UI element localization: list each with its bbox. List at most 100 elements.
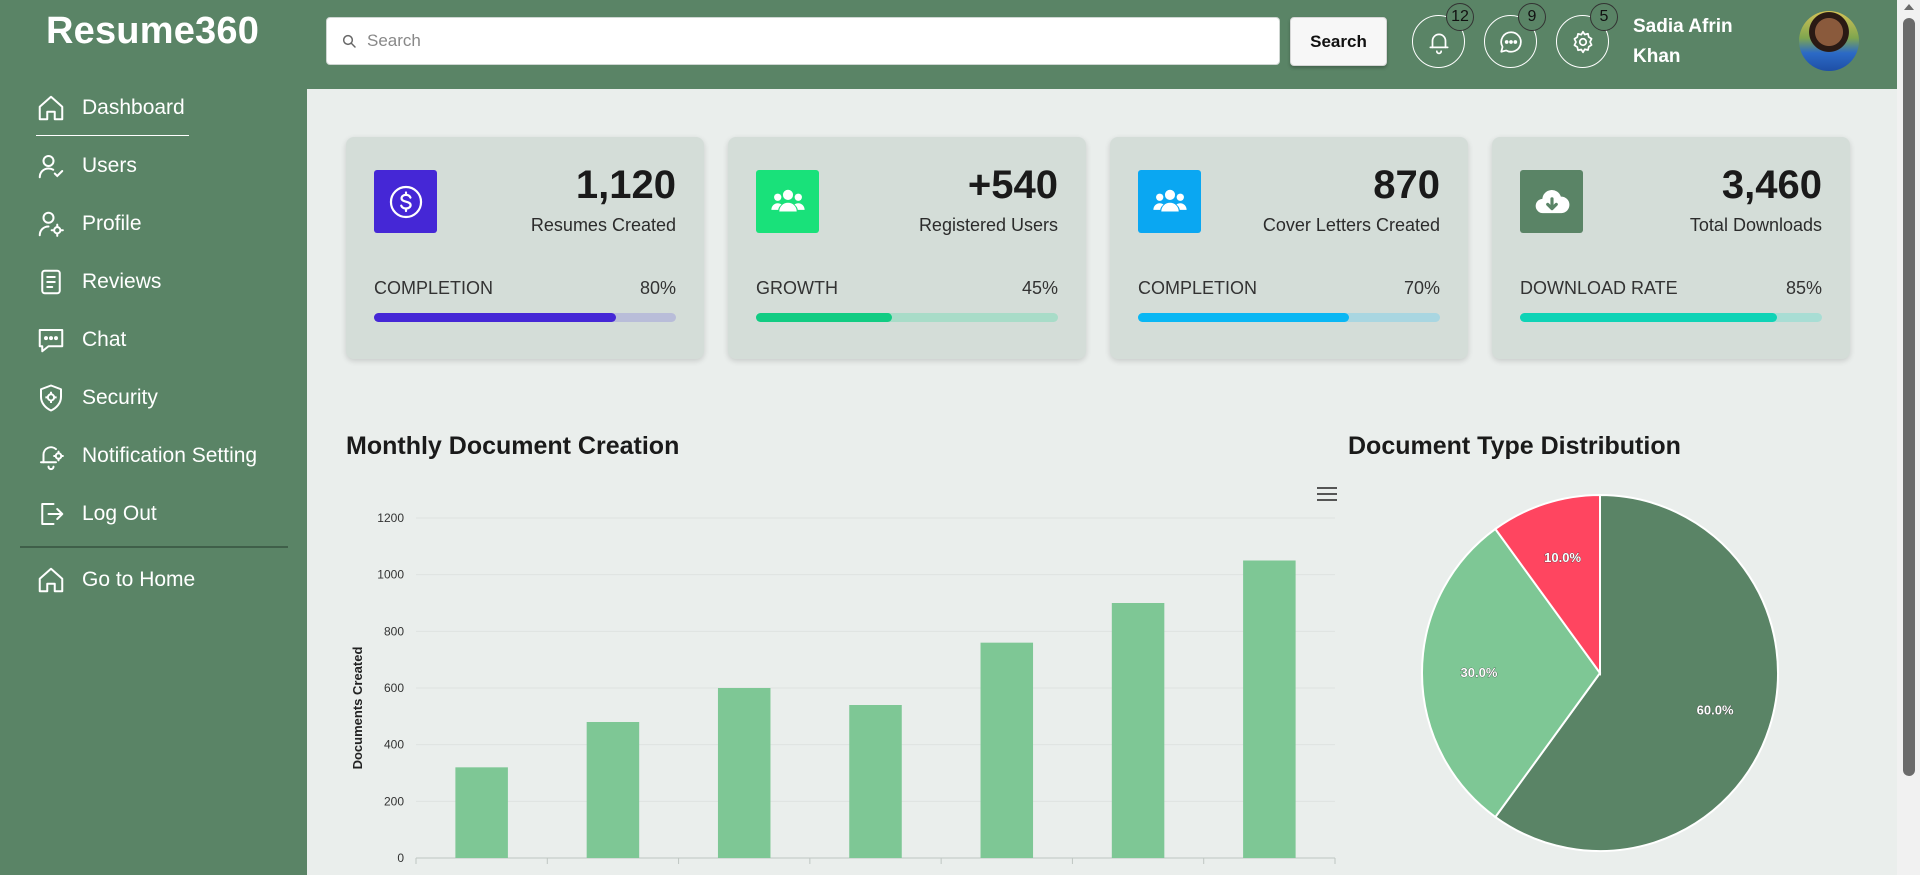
cloud-download-icon	[1535, 189, 1569, 213]
sidebar-item-label: Users	[82, 154, 137, 177]
messages-count-badge: 9	[1518, 3, 1546, 31]
bar-chart-title: Monthly Document Creation	[346, 432, 680, 460]
sidebar: Resume360 Dashboard Users Profile Review…	[0, 0, 307, 875]
shield-gear-icon	[40, 384, 62, 412]
card-metric-label: GROWTH	[756, 278, 838, 298]
pie-slice-label: 30.0%	[1461, 665, 1498, 680]
sidebar-item-label: Go to Home	[82, 568, 196, 591]
top-header: Search 12 9 5 Sadia Afrin Khan	[307, 0, 1897, 89]
settings-button[interactable]: 5	[1556, 3, 1618, 68]
sidebar-item-dashboard[interactable]: Dashboard	[36, 86, 189, 136]
bell-icon	[1428, 33, 1449, 54]
sidebar-item-label: Profile	[82, 212, 142, 235]
y-tick-label: 0	[397, 851, 404, 865]
card-value: 3,460	[1721, 163, 1822, 207]
sidebar-item-profile[interactable]: Profile	[36, 202, 142, 246]
dollar-icon	[389, 185, 422, 218]
sidebar-item-notification-setting[interactable]: Notification Setting	[36, 434, 257, 478]
progress-bar	[756, 313, 1058, 322]
card-metric-label: COMPLETION	[374, 278, 494, 298]
logout-icon	[41, 503, 64, 525]
user-avatar[interactable]	[1799, 11, 1859, 71]
card-metric-percent: 45%	[1021, 278, 1058, 298]
pie-slice-label: 10.0%	[1544, 550, 1581, 565]
y-tick-label: 1000	[377, 568, 404, 582]
card-icon-box	[1138, 170, 1201, 233]
bell-settings-icon	[40, 446, 64, 471]
pie-chart-title: Document Type Distribution	[1348, 432, 1681, 460]
y-axis-label: Documents Created	[350, 647, 365, 770]
notifications-count-badge: 12	[1446, 3, 1474, 31]
sidebar-item-log-out[interactable]: Log Out	[36, 492, 157, 536]
user-name[interactable]: Sadia Afrin Khan	[1633, 12, 1753, 72]
users-icon	[770, 189, 805, 211]
sidebar-item-label: Dashboard	[82, 96, 185, 119]
y-tick-label: 600	[384, 681, 404, 695]
progress-bar	[1138, 313, 1440, 322]
stat-card-downloads: 3,460 Total Downloads DOWNLOAD RATE 85%	[1492, 137, 1850, 359]
gear-icon	[1573, 30, 1592, 53]
bar	[980, 642, 1034, 858]
y-tick-label: 800	[384, 624, 404, 638]
card-metric-percent: 85%	[1785, 278, 1822, 298]
card-metric-percent: 70%	[1403, 278, 1440, 298]
bar	[455, 767, 508, 858]
progress-bar-fill	[1138, 313, 1350, 322]
sidebar-item-label: Reviews	[82, 270, 162, 293]
card-label: Registered Users	[918, 215, 1058, 235]
card-icon-box	[756, 170, 819, 233]
home-icon	[38, 95, 64, 121]
progress-bar-fill	[374, 313, 616, 322]
search-box	[326, 17, 1280, 65]
search-icon	[342, 34, 356, 48]
messages-button[interactable]: 9	[1484, 3, 1546, 68]
card-metric-label: COMPLETION	[1138, 278, 1258, 298]
sidebar-item-go-to-home[interactable]: Go to Home	[36, 558, 195, 602]
card-label: Total Downloads	[1689, 215, 1822, 235]
bar	[1111, 603, 1165, 858]
chat-icon	[38, 329, 64, 353]
sidebar-item-chat[interactable]: Chat	[36, 318, 126, 362]
search-input[interactable]	[367, 31, 1247, 51]
settings-count-badge: 5	[1590, 3, 1618, 31]
progress-bar-fill	[756, 313, 892, 322]
brand-logo[interactable]: Resume360	[46, 10, 259, 53]
users-icon	[1152, 189, 1187, 211]
card-metric-percent: 80%	[639, 278, 676, 298]
y-tick-label: 200	[384, 794, 404, 808]
progress-bar-fill	[1520, 313, 1777, 322]
card-icon-box	[374, 170, 437, 233]
card-metric-label: DOWNLOAD RATE	[1520, 278, 1678, 298]
home-icon	[38, 567, 64, 593]
search-button[interactable]: Search	[1290, 17, 1387, 66]
stat-card-users: +540 Registered Users GROWTH 45%	[728, 137, 1086, 359]
card-label: Resumes Created	[530, 215, 676, 235]
sidebar-divider	[20, 546, 288, 548]
card-value: 870	[1373, 163, 1440, 207]
user-gear-icon	[38, 211, 64, 237]
progress-bar	[374, 313, 676, 322]
sidebar-item-security[interactable]: Security	[36, 376, 158, 420]
y-tick-label: 400	[384, 738, 404, 752]
stat-card-resumes: 1,120 Resumes Created COMPLETION 80%	[346, 137, 704, 359]
sidebar-item-label: Log Out	[82, 502, 157, 525]
notifications-button[interactable]: 12	[1412, 3, 1474, 68]
user-check-icon	[38, 155, 64, 179]
bar	[849, 705, 902, 858]
progress-bar	[1520, 313, 1822, 322]
sidebar-item-label: Security	[82, 386, 158, 409]
sidebar-item-label: Notification Setting	[82, 444, 258, 467]
sidebar-item-reviews[interactable]: Reviews	[36, 260, 161, 304]
bar	[586, 722, 640, 858]
card-value: +540	[967, 163, 1058, 207]
card-label: Cover Letters Created	[1262, 215, 1440, 235]
y-tick-label: 1200	[377, 511, 404, 525]
pie-chart: 60.0% 30.0% 10.0%	[1421, 493, 1779, 852]
sidebar-item-label: Chat	[82, 328, 127, 351]
scroll-up-arrow-icon[interactable]	[1904, 4, 1914, 10]
scrollbar-thumb[interactable]	[1903, 18, 1915, 776]
sidebar-item-users[interactable]: Users	[36, 144, 137, 188]
stat-card-cover-letters: 870 Cover Letters Created COMPLETION 70%	[1110, 137, 1468, 359]
bar	[1243, 560, 1296, 858]
document-icon	[41, 269, 61, 295]
